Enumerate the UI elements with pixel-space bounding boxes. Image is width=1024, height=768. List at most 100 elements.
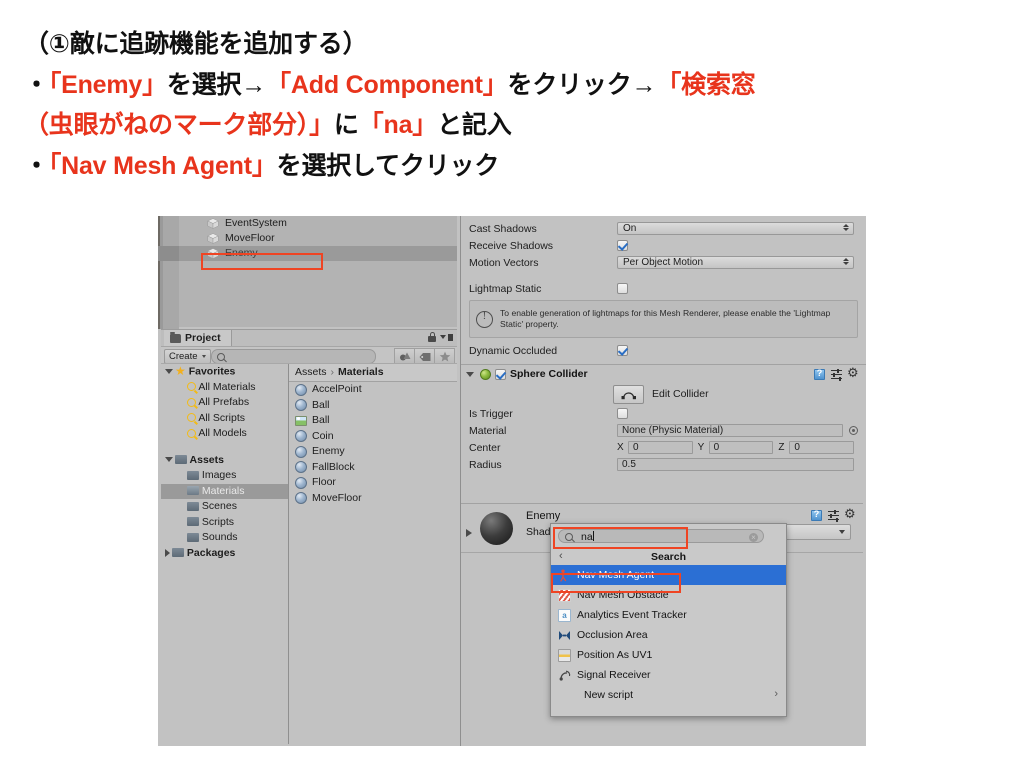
project-tree-item-scripts[interactable]: Scripts: [161, 515, 288, 531]
nav-mesh-obstacle-icon: [558, 588, 571, 602]
physic-material-field[interactable]: None (Physic Material): [617, 424, 843, 437]
panel-options[interactable]: [428, 332, 453, 342]
breadcrumb[interactable]: Assets › Materials: [289, 364, 457, 382]
lightmap-static-checkbox[interactable]: [617, 283, 628, 294]
create-label: Create: [169, 350, 198, 362]
expand-triangle-icon[interactable]: [466, 529, 472, 537]
lightmap-help-box: To enable generation of lightmaps for th…: [469, 300, 858, 338]
row-label: Material: [469, 424, 507, 437]
project-tree-item-all-prefabs[interactable]: All Prefabs: [161, 395, 288, 411]
sphere-collider-header[interactable]: Sphere Collider: [461, 364, 866, 383]
help-icon[interactable]: [811, 509, 822, 521]
center-z-value: 0: [794, 442, 800, 453]
asset-item[interactable]: Ball: [289, 398, 457, 414]
clear-search-icon[interactable]: ×: [749, 532, 758, 542]
chevron-down-icon: [201, 355, 206, 358]
receive-shadows-checkbox[interactable]: [617, 240, 628, 251]
project-folder-tree[interactable]: ★ Favorites All Materials All Prefabs Al…: [161, 364, 289, 744]
material-icon: [295, 492, 307, 505]
project-tree-item-packages[interactable]: Packages: [161, 546, 288, 562]
asset-item[interactable]: Coin: [289, 429, 457, 445]
asset-item[interactable]: FallBlock: [289, 460, 457, 476]
component-search-input[interactable]: na ×: [558, 529, 764, 543]
asset-item[interactable]: Floor: [289, 475, 457, 491]
component-result-nav-mesh-obstacle[interactable]: Nav Mesh Obstacle: [551, 585, 786, 605]
breadcrumb-root[interactable]: Assets: [295, 366, 327, 378]
collapse-triangle-icon[interactable]: [466, 371, 474, 377]
folder-icon: [187, 501, 199, 511]
component-result-signal-receiver[interactable]: Signal Receiver: [551, 665, 786, 685]
expand-triangle-icon[interactable]: [165, 548, 170, 557]
instruction-bullet: ・: [24, 70, 49, 99]
folder-icon: [187, 517, 199, 527]
updown-arrows-icon: [843, 258, 849, 265]
radius-input[interactable]: 0.5: [617, 458, 854, 471]
project-tree-item-all-scripts[interactable]: All Scripts: [161, 411, 288, 427]
project-tree-item-images[interactable]: Images: [161, 468, 288, 484]
preset-icon[interactable]: [831, 368, 842, 380]
component-result-analytics-event-tracker[interactable]: a Analytics Event Tracker: [551, 605, 786, 625]
row-label: Cast Shadows: [469, 222, 537, 235]
row-center: Center X 0 Y 0 Z 0: [461, 439, 866, 456]
radius-value: 0.5: [622, 459, 636, 470]
center-z-input[interactable]: 0: [789, 441, 855, 454]
asset-label: Floor: [312, 476, 336, 488]
lock-icon[interactable]: [428, 332, 436, 342]
project-tree-item-materials[interactable]: Materials: [161, 483, 288, 499]
row-radius: Radius 0.5: [461, 456, 866, 473]
preset-icon[interactable]: [828, 509, 839, 521]
instruction-seg-magnifier: （虫眼がねのマーク部分）」: [24, 111, 334, 139]
project-tree-item-label: Images: [201, 469, 237, 481]
project-asset-list[interactable]: Assets › Materials AccelPoint Ball Ball Coin E…: [289, 364, 457, 744]
occlusion-area-icon: [558, 629, 571, 642]
row-physic-material: Material None (Physic Material): [461, 422, 866, 439]
project-search-input[interactable]: [211, 349, 376, 364]
component-result-new-script[interactable]: New script ›: [551, 685, 786, 705]
row-label: Motion Vectors: [469, 256, 539, 269]
tab-project[interactable]: Project: [164, 330, 232, 347]
help-icon[interactable]: [814, 368, 825, 380]
panel-menu-icon[interactable]: [440, 333, 453, 341]
breadcrumb-current[interactable]: Materials: [338, 366, 384, 378]
project-tree-item-all-materials[interactable]: All Materials: [161, 380, 288, 396]
asset-item[interactable]: Enemy: [289, 444, 457, 460]
cast-shadows-dropdown[interactable]: On: [617, 222, 854, 235]
component-result-nav-mesh-agent[interactable]: Nav Mesh Agent: [551, 565, 786, 585]
project-tree-item-favorites[interactable]: ★ Favorites: [161, 364, 288, 380]
project-tree-item-sounds[interactable]: Sounds: [161, 530, 288, 546]
gear-icon[interactable]: [844, 506, 857, 522]
sphere-collider-enabled-checkbox[interactable]: [495, 368, 506, 380]
hierarchy-item-movefloor[interactable]: MoveFloor: [179, 231, 457, 246]
instruction-seg: を選択してクリック: [276, 151, 500, 180]
asset-item[interactable]: MoveFloor: [289, 491, 457, 507]
cube-icon: [207, 233, 219, 244]
component-result-occlusion-area[interactable]: Occlusion Area: [551, 625, 786, 645]
component-results-list[interactable]: Nav Mesh Agent Nav Mesh Obstacle a Analytic…: [551, 565, 786, 716]
create-button[interactable]: Create: [164, 349, 211, 364]
collapse-triangle-icon[interactable]: [165, 457, 173, 463]
text-caret: [593, 531, 595, 541]
axis-y-label: Y: [697, 442, 705, 453]
component-result-position-as-uv1[interactable]: Position As UV1: [551, 645, 786, 665]
project-tree-item-all-models[interactable]: All Models: [161, 426, 288, 442]
asset-item[interactable]: AccelPoint: [289, 382, 457, 398]
object-picker-icon[interactable]: [849, 426, 858, 435]
is-trigger-checkbox[interactable]: [617, 408, 628, 419]
dynamic-occluded-checkbox[interactable]: [617, 345, 628, 356]
edit-collider-button[interactable]: [613, 384, 644, 404]
center-y-input[interactable]: 0: [708, 441, 774, 454]
folder-icon: [187, 532, 199, 542]
hierarchy-item-enemy[interactable]: Enemy: [158, 246, 457, 261]
center-x-input[interactable]: 0: [628, 441, 693, 454]
project-tree-item-assets[interactable]: Assets: [161, 453, 288, 469]
back-arrow-icon[interactable]: ‹: [559, 551, 563, 562]
motion-vectors-dropdown[interactable]: Per Object Motion: [617, 256, 854, 269]
material-icon: [295, 399, 307, 412]
hierarchy-item-eventsystem[interactable]: EventSystem: [179, 216, 457, 231]
collapse-triangle-icon[interactable]: [165, 369, 173, 375]
hierarchy-list[interactable]: EventSystem MoveFloor Enemy: [158, 216, 457, 327]
project-tree-item-scenes[interactable]: Scenes: [161, 499, 288, 515]
asset-item[interactable]: Ball: [289, 413, 457, 429]
project-tree-item-label: Sounds: [201, 531, 238, 543]
gear-icon[interactable]: [847, 365, 860, 381]
